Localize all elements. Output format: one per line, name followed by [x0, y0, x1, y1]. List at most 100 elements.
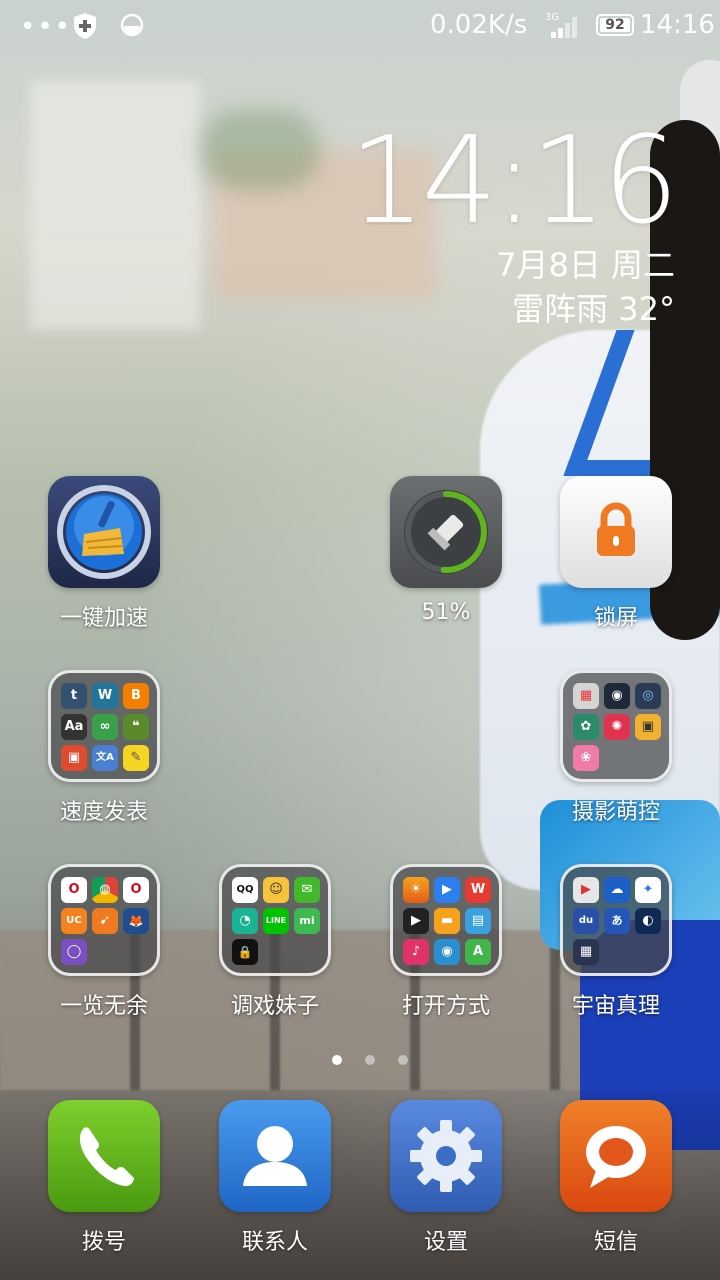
wechat-icon: ✉ [294, 877, 320, 903]
page-dot-1[interactable] [332, 1055, 342, 1065]
folder-social[interactable]: QQ ☺ ✉ ◔ LINE mi 🔒 调戏妹子 [210, 864, 340, 1020]
network-type: 3G [545, 12, 559, 23]
app-label: 拨号 [81, 1230, 126, 1255]
folder-icon: QQ ☺ ✉ ◔ LINE mi 🔒 [219, 864, 331, 976]
app-speedup[interactable]: 一键加速 [39, 476, 169, 632]
battery-level: 92 [605, 17, 625, 33]
clock-widget-date: 7月8日 周二 [496, 246, 675, 284]
app-lock-screen[interactable]: 锁屏 [551, 476, 681, 632]
camera-app-icon: ▦ [573, 683, 599, 709]
photo-frame-icon: ❀ [573, 745, 599, 771]
translate-icon: 文A [92, 745, 118, 771]
space-icon: ▦ [573, 939, 599, 965]
cloud-icon: ☁ [604, 877, 630, 903]
sticky-note-icon: ✎ [123, 745, 149, 771]
opera-icon: O [61, 877, 87, 903]
folder-icon: t W B Aa ∞ ❝ ▣ 文A ✎ [48, 670, 160, 782]
lens-icon: ◉ [604, 683, 630, 709]
opera-mini-icon: O [123, 877, 149, 903]
video-app-icon: ▶ [573, 877, 599, 903]
media-player-icon: ▶ [403, 908, 429, 934]
camera-360-icon: ◎ [635, 683, 661, 709]
japanese-ime-icon: あ [604, 908, 630, 934]
folder-label: 摄影萌控 [571, 800, 660, 825]
beauty-cam-icon: ✺ [604, 714, 630, 740]
folder-label: 一览无余 [59, 994, 148, 1019]
chrome-icon: ◍ [92, 877, 118, 903]
clock-widget-time[interactable]: 14:16 [349, 112, 679, 251]
dock-settings[interactable]: 设置 [381, 1100, 511, 1256]
browser-icon: ◯ [61, 939, 87, 965]
broom-speed-icon [48, 476, 160, 588]
wps-icon: W [465, 877, 491, 903]
file-manager-icon: ▬ [434, 908, 460, 934]
globe-icon: ◐ [635, 908, 661, 934]
video-player-icon: ▶ [434, 877, 460, 903]
lock-icon [560, 476, 672, 588]
folder-label: 宇宙真理 [571, 994, 660, 1019]
dolphin-icon: ➹ [92, 908, 118, 934]
folder-blogs[interactable]: t W B Aa ∞ ❝ ▣ 文A ✎ 速度发表 [39, 670, 169, 826]
folder-tools[interactable]: ☀ ▶ W ▶ ▬ ▤ ♪ ◉ A 打开方式 [381, 864, 511, 1020]
folder-icon: ▦ ◉ ◎ ✿ ✺ ▣ ❀ [560, 670, 672, 782]
app-label: 设置 [423, 1230, 468, 1255]
status-bar[interactable]: ••• 0.02K/s 3G 92 14:16 [0, 0, 720, 52]
line-icon: LINE [263, 908, 289, 934]
memory-percent: 51% [421, 600, 471, 625]
mitalk-icon: mi [294, 908, 320, 934]
folder-label: 调戏妹子 [230, 994, 319, 1019]
contact-icon [219, 1100, 331, 1212]
gear-icon [390, 1100, 502, 1212]
qq-icon: QQ [232, 877, 258, 903]
folder-photo[interactable]: ▦ ◉ ◎ ✿ ✺ ▣ ❀ 摄影萌控 [551, 670, 681, 826]
dock-messages[interactable]: 短信 [551, 1100, 681, 1256]
app-label: 锁屏 [593, 606, 638, 631]
clock-widget-weather[interactable]: 雷阵雨 32° [512, 284, 675, 330]
dock-dialer[interactable]: 拨号 [39, 1100, 169, 1256]
gallery-icon: ☀ [403, 877, 429, 903]
folder-icon: ▶ ☁ ✦ du あ ◐ ▦ [560, 864, 672, 976]
app-memory-cleaner[interactable]: 51% [381, 476, 511, 625]
battery-icon: 92 [596, 14, 634, 36]
folder-label: 速度发表 [59, 800, 148, 825]
dictionary-icon: Aa [61, 714, 87, 740]
chat-icon: ☺ [263, 877, 289, 903]
quote-icon: ❝ [123, 714, 149, 740]
uc-browser-icon: UC [61, 908, 87, 934]
lock-app-icon: 🔒 [232, 939, 258, 965]
message-icon [560, 1100, 672, 1212]
archive-icon: ▤ [465, 908, 491, 934]
tumblr-icon: t [61, 683, 87, 709]
notification-dots-icon: ••• [20, 12, 73, 42]
network-speed: 0.02K/s [430, 10, 528, 40]
baidu-icon: ✦ [635, 877, 661, 903]
shield-plus-icon [74, 13, 96, 39]
link-icon: ∞ [92, 714, 118, 740]
folder-icon: O ◍ O UC ➹ 🦊 ◯ [48, 864, 160, 976]
folder-browsers[interactable]: O ◍ O UC ➹ 🦊 ◯ 一览无余 [39, 864, 169, 1020]
app-label: 一键加速 [59, 606, 148, 631]
folder-icon: ☀ ▶ W ▶ ▬ ▤ ♪ ◉ A [390, 864, 502, 976]
page-indicator[interactable] [323, 1050, 417, 1069]
talk-icon: ◔ [232, 908, 258, 934]
du-icon: du [573, 908, 599, 934]
app-installer-icon: A [465, 939, 491, 965]
signal-icon: 3G [545, 12, 577, 38]
music-icon: ♪ [403, 939, 429, 965]
wordpress-icon: W [92, 683, 118, 709]
dock-contacts[interactable]: 联系人 [210, 1100, 340, 1256]
notes-icon: ▣ [61, 745, 87, 771]
page-dot-2[interactable] [365, 1055, 376, 1065]
app-label: 联系人 [241, 1230, 308, 1255]
page-dot-3[interactable] [398, 1055, 409, 1065]
memory-cleaner-icon [390, 476, 502, 588]
folder-label: 打开方式 [401, 994, 490, 1019]
app-label: 短信 [593, 1230, 638, 1255]
phone-icon [48, 1100, 160, 1212]
collage-icon: ▣ [635, 714, 661, 740]
sync-icon: ◉ [434, 939, 460, 965]
folder-universe[interactable]: ▶ ☁ ✦ du あ ◐ ▦ 宇宙真理 [551, 864, 681, 1020]
firefox-icon: 🦊 [123, 908, 149, 934]
blogger-icon: B [123, 683, 149, 709]
wallpaper-building [30, 80, 200, 330]
